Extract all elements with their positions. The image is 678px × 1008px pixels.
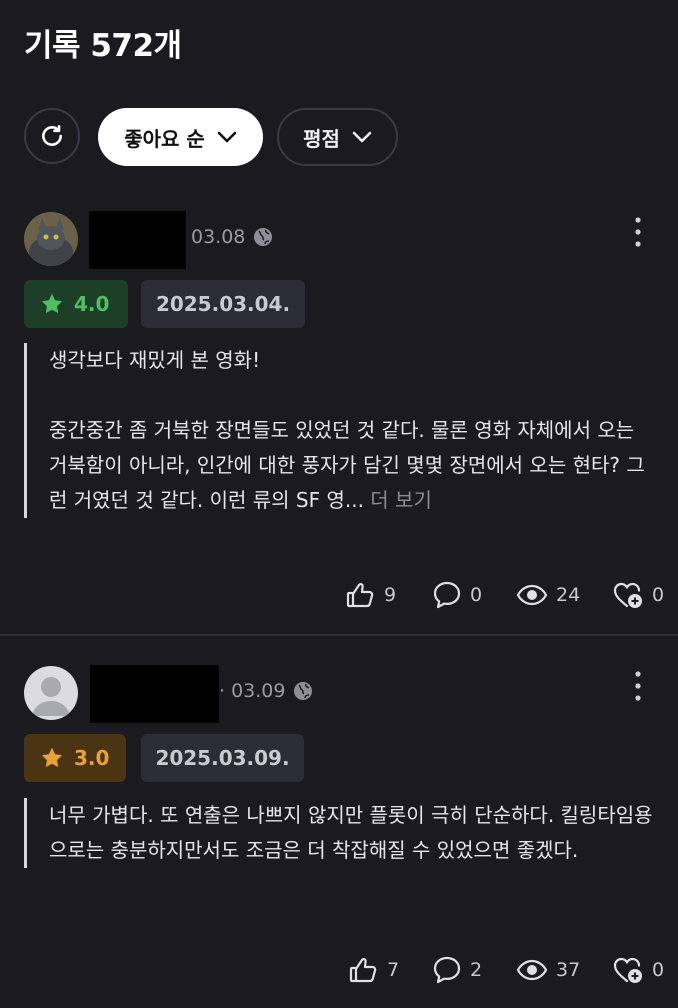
comment-stat[interactable]: 2 — [432, 955, 516, 985]
rating-value: 3.0 — [74, 746, 110, 770]
review-date: 03.08 — [191, 226, 246, 248]
rating-badge: 4.0 — [24, 280, 128, 328]
view-stat: 24 — [516, 584, 612, 606]
avatar[interactable] — [24, 666, 78, 720]
avatar[interactable] — [24, 212, 78, 266]
sort-dropdown[interactable]: 좋아요 순 — [98, 108, 263, 166]
username-redacted — [89, 211, 186, 269]
review-paragraph: 중간중간 좀 거북한 장면들도 있었던 것 같다. 물론 영화 자체에서 오는 … — [49, 418, 645, 512]
sort-label: 좋아요 순 — [124, 126, 205, 151]
thumbs-up-icon — [349, 958, 377, 983]
page-title: 기록 572개 — [24, 28, 182, 64]
rating-value: 4.0 — [74, 292, 110, 316]
review-paragraph: 생각보다 재밌게 본 영화! — [49, 348, 261, 372]
comment-icon — [433, 581, 461, 609]
comment-count: 2 — [470, 959, 483, 981]
thumbs-up-icon — [346, 583, 374, 608]
star-icon — [41, 747, 63, 768]
like-stat[interactable]: 9 — [346, 581, 432, 609]
globe-icon — [254, 228, 273, 246]
like-stat[interactable]: 7 — [349, 956, 432, 984]
refresh-icon — [42, 124, 62, 146]
save-count: 0 — [652, 584, 665, 606]
chevron-down-icon — [217, 131, 237, 143]
review-meta: 03.08 — [191, 226, 273, 248]
heart-plus-icon — [613, 957, 642, 983]
divider — [0, 634, 678, 636]
like-count: 7 — [387, 959, 400, 981]
eye-icon — [516, 959, 548, 981]
like-count: 9 — [384, 584, 397, 606]
view-count: 37 — [556, 959, 581, 981]
review-text: 너무 가볍다. 또 연출은 나쁘지 않지만 플롯이 극히 단순하다. 킬링타임용… — [24, 798, 654, 868]
rating-badge: 3.0 — [24, 734, 126, 782]
review-stats: 9 0 24 0 — [346, 580, 664, 610]
comment-stat[interactable]: 0 — [432, 580, 516, 610]
save-stat[interactable]: 0 — [612, 955, 664, 985]
save-stat[interactable]: 0 — [612, 580, 664, 610]
chevron-down-icon — [352, 131, 372, 143]
view-count: 24 — [556, 584, 581, 606]
review-text: 생각보다 재밌게 본 영화! 중간중간 좀 거북한 장면들도 있었던 것 같다.… — [24, 343, 654, 518]
review-paragraph: 너무 가볍다. 또 연출은 나쁘지 않지만 플롯이 극히 단순하다. 킬링타임용… — [49, 803, 653, 862]
read-more-link[interactable]: 더 보기 — [370, 488, 432, 512]
comment-count: 0 — [470, 584, 483, 606]
comment-icon — [433, 956, 461, 984]
star-icon — [41, 293, 63, 314]
refresh-button[interactable] — [24, 108, 80, 164]
view-stat: 37 — [516, 959, 612, 981]
review-date: · 03.09 — [219, 680, 286, 702]
review-stats: 7 2 37 0 — [349, 955, 664, 985]
username-redacted — [90, 665, 219, 723]
more-vertical-icon[interactable] — [628, 214, 648, 250]
rating-filter-dropdown[interactable]: 평점 — [277, 108, 398, 166]
save-count: 0 — [652, 959, 665, 981]
rating-filter-label: 평점 — [303, 126, 340, 151]
watch-date-badge: 2025.03.09. — [141, 734, 304, 782]
watch-date-badge: 2025.03.04. — [141, 280, 305, 328]
heart-plus-icon — [613, 582, 642, 608]
more-vertical-icon[interactable] — [628, 668, 648, 704]
eye-icon — [516, 584, 548, 606]
review-meta: · 03.09 — [219, 680, 313, 702]
globe-icon — [294, 682, 313, 700]
